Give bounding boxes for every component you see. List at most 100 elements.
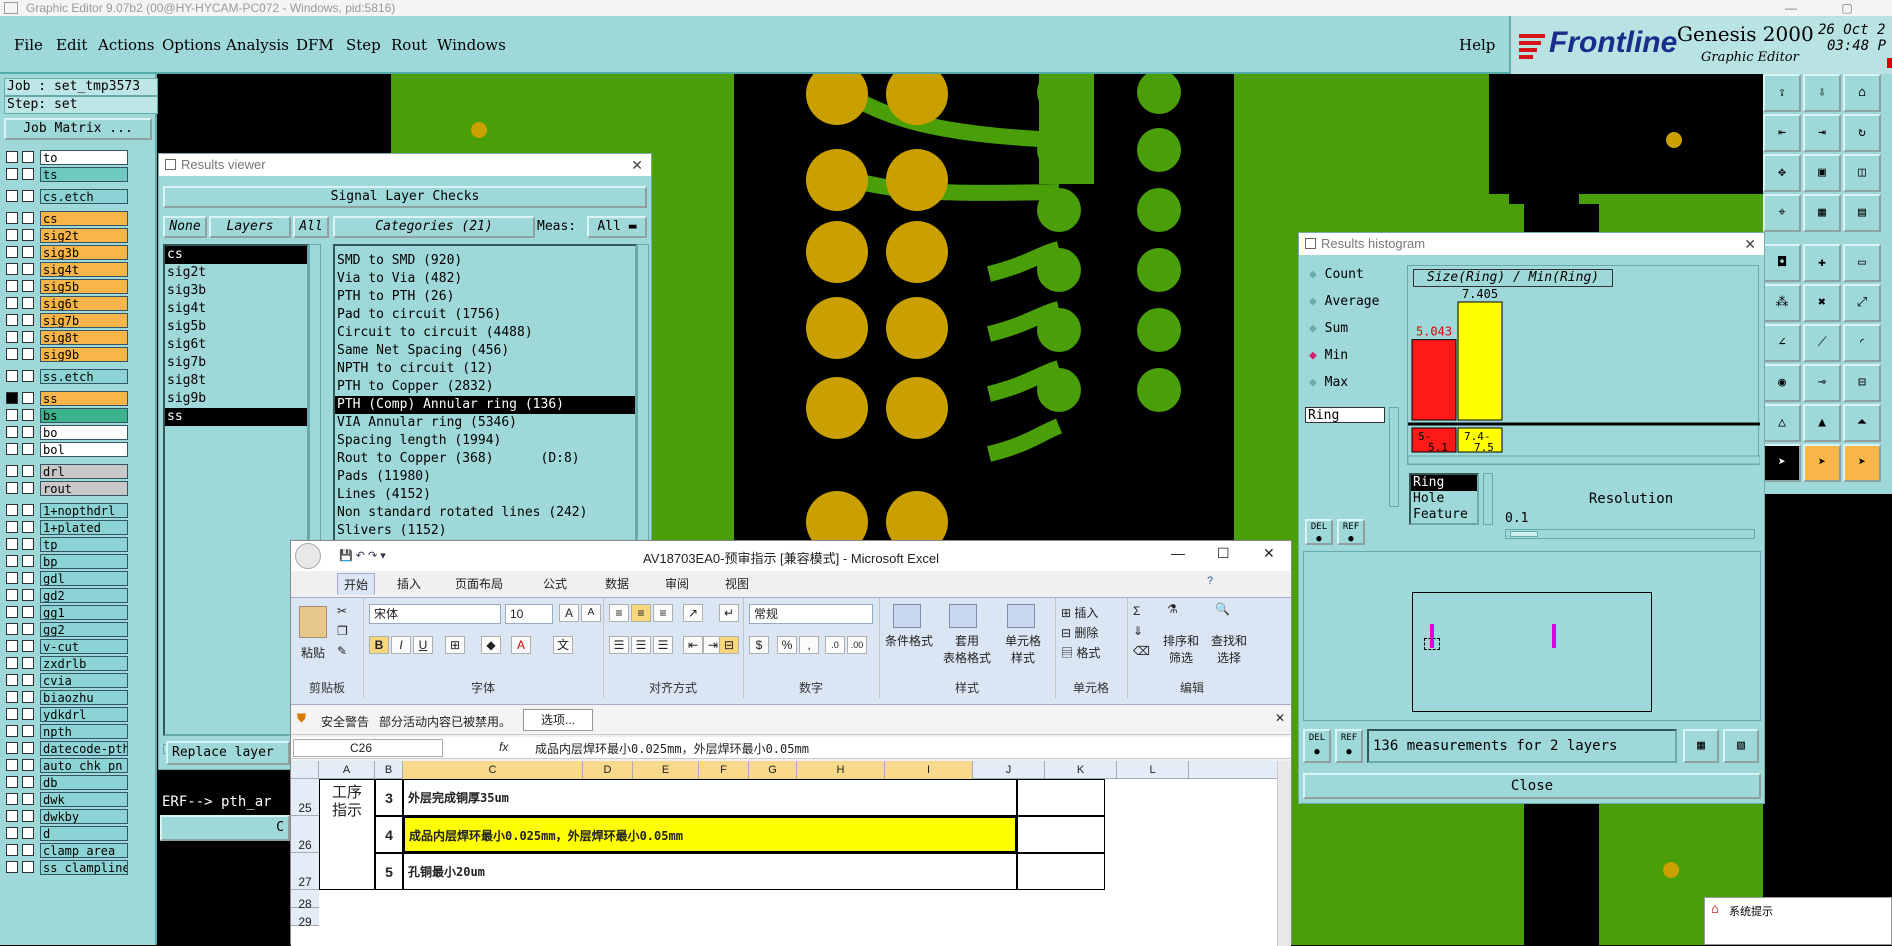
tool-arc-icon[interactable]: ◜ <box>1843 324 1881 362</box>
tool-slot-icon[interactable]: ⊟ <box>1843 364 1881 402</box>
layer-row[interactable]: ydkdrl <box>6 707 128 722</box>
close-icon[interactable]: ✕ <box>1275 711 1285 725</box>
resolution-slider[interactable] <box>1505 529 1755 539</box>
layer-row[interactable]: auto_chk_pn <box>6 758 128 773</box>
layer-name[interactable]: gg2 <box>40 622 128 637</box>
layer-row[interactable]: biaozhu <box>6 690 128 705</box>
layer-row[interactable]: cs <box>6 211 128 226</box>
menu-step[interactable]: Step <box>346 36 381 54</box>
tool-connect-icon[interactable]: ⤢ <box>1843 284 1881 322</box>
tool-save-icon[interactable]: ⇩ <box>1803 74 1841 112</box>
row-header[interactable]: 26 <box>291 816 319 853</box>
layer-display-box[interactable] <box>22 263 34 275</box>
category-list-item[interactable]: PTH (Comp) Annular ring (136) <box>335 396 635 414</box>
find-select-label[interactable]: 查找和 选择 <box>1205 632 1253 666</box>
layer-name[interactable]: npth <box>40 724 128 739</box>
category-list-item[interactable]: PTH to Copper (2832) <box>335 378 635 396</box>
layer-checkbox[interactable] <box>6 827 18 839</box>
layer-name[interactable]: ss <box>40 391 128 406</box>
tool-pointer-icon[interactable]: ➤ <box>1763 444 1801 482</box>
layer-checkbox[interactable] <box>6 168 18 180</box>
cut-icon[interactable]: ✂ <box>337 604 347 618</box>
merge-icon[interactable]: ⊟ <box>719 636 739 654</box>
layer-checkbox[interactable] <box>6 280 18 292</box>
cell-j[interactable] <box>1017 853 1105 890</box>
layer-name[interactable]: cs.etch <box>40 189 128 204</box>
layer-row[interactable]: clamp_area <box>6 843 128 858</box>
layer-checkbox[interactable] <box>6 151 18 163</box>
column-header[interactable]: D <box>583 761 633 779</box>
minimize-icon[interactable]: — <box>1776 0 1806 16</box>
category-list-item[interactable]: Same Net Spacing (456) <box>335 342 635 360</box>
layer-display-box[interactable] <box>22 409 34 421</box>
layer-row[interactable]: ts <box>6 167 128 182</box>
layer-row[interactable]: zxdrlb <box>6 656 128 671</box>
layer-row[interactable]: gg2 <box>6 622 128 637</box>
category-list-item[interactable]: Pads (11980) <box>335 468 635 486</box>
fill-icon[interactable]: ⇓ <box>1133 624 1143 638</box>
tool-tri3-icon[interactable]: ⏶ <box>1843 404 1881 442</box>
attribute-list[interactable]: Ring Hole Feature <box>1409 473 1479 525</box>
tool-net-icon[interactable]: ⁂ <box>1763 284 1801 322</box>
tool-pad-icon[interactable]: ◉ <box>1763 364 1801 402</box>
layer-display-box[interactable] <box>22 392 34 404</box>
layer-name[interactable]: to <box>40 150 128 165</box>
layer-display-box[interactable] <box>22 168 34 180</box>
export-icon-button[interactable]: ▧ <box>1723 729 1759 763</box>
layer-row[interactable]: sig8t <box>6 330 128 345</box>
increase-decimal-icon[interactable]: .0 <box>825 636 845 654</box>
layer-display-box[interactable] <box>22 504 34 516</box>
layer-checkbox[interactable] <box>6 370 18 382</box>
layer-name[interactable]: sig4t <box>40 262 128 277</box>
align-left-icon[interactable]: ☰ <box>609 636 629 654</box>
categories-button[interactable]: Categories (21) <box>333 216 535 238</box>
currency-icon[interactable]: $ <box>749 636 769 654</box>
ribbon-tab[interactable]: 插入 <box>391 573 427 595</box>
close-icon[interactable]: ✕ <box>631 154 643 176</box>
layer-list-item[interactable]: sig6t <box>165 336 307 354</box>
layer-checkbox[interactable] <box>6 640 18 652</box>
layer-row[interactable]: sig9b <box>6 347 128 362</box>
layer-checkbox[interactable] <box>6 674 18 686</box>
category-list-item[interactable]: VIA Annular ring (5346) <box>335 414 635 432</box>
formula-input[interactable]: 成品内层焊环最小0.025mm，外层焊环最小0.05mm <box>535 740 809 757</box>
layer-display-box[interactable] <box>22 844 34 856</box>
histogram-bar[interactable] <box>1457 301 1503 421</box>
tool-fit-icon[interactable]: ✥ <box>1763 154 1801 192</box>
ring-scrollbar[interactable] <box>1389 407 1399 507</box>
layer-list-item[interactable]: sig3b <box>165 282 307 300</box>
layer-name[interactable]: sig6t <box>40 296 128 311</box>
number-format-select[interactable]: 常规 <box>749 604 873 624</box>
layer-display-box[interactable] <box>22 348 34 360</box>
layer-checkbox[interactable] <box>6 521 18 533</box>
row-header[interactable]: 25 <box>291 779 319 816</box>
category-list-item[interactable]: Circuit to circuit (4488) <box>335 324 635 342</box>
column-header[interactable]: A <box>319 761 375 779</box>
cell-style-icon[interactable] <box>1007 604 1035 628</box>
column-header[interactable]: H <box>797 761 885 779</box>
rv-close-button[interactable]: C <box>160 815 290 841</box>
tool-cross-icon[interactable]: ✖ <box>1803 284 1841 322</box>
column-header[interactable]: E <box>633 761 699 779</box>
system-popup[interactable]: ⌂ 系统提示 <box>1704 897 1892 945</box>
layer-name[interactable]: drl <box>40 464 128 479</box>
layer-row[interactable]: ss.etch <box>6 369 128 384</box>
tool-ruler-icon[interactable]: ▭ <box>1843 244 1881 282</box>
cell-c[interactable]: 外层完成铜厚35um <box>403 779 1017 816</box>
layer-checkbox[interactable] <box>6 555 18 567</box>
del-button-2[interactable]: DEL ● <box>1303 729 1331 763</box>
layer-row[interactable]: drl <box>6 464 128 479</box>
layer-checkbox[interactable] <box>6 759 18 771</box>
layer-checkbox[interactable] <box>6 538 18 550</box>
menu-actions[interactable]: Actions <box>98 36 154 54</box>
tool-right-icon[interactable]: ⇥ <box>1803 114 1841 152</box>
conditional-format-icon[interactable] <box>893 604 921 628</box>
layer-display-box[interactable] <box>22 280 34 292</box>
align-bottom-icon[interactable]: ≡ <box>653 604 673 622</box>
layer-display-box[interactable] <box>22 861 34 873</box>
tool-pointer2-icon[interactable]: ➤ <box>1803 444 1841 482</box>
ref-button[interactable]: REF ● <box>1337 519 1365 545</box>
layer-list-item[interactable]: sig2t <box>165 264 307 282</box>
layer-display-box[interactable] <box>22 538 34 550</box>
tool-tri2-icon[interactable]: ▲ <box>1803 404 1841 442</box>
